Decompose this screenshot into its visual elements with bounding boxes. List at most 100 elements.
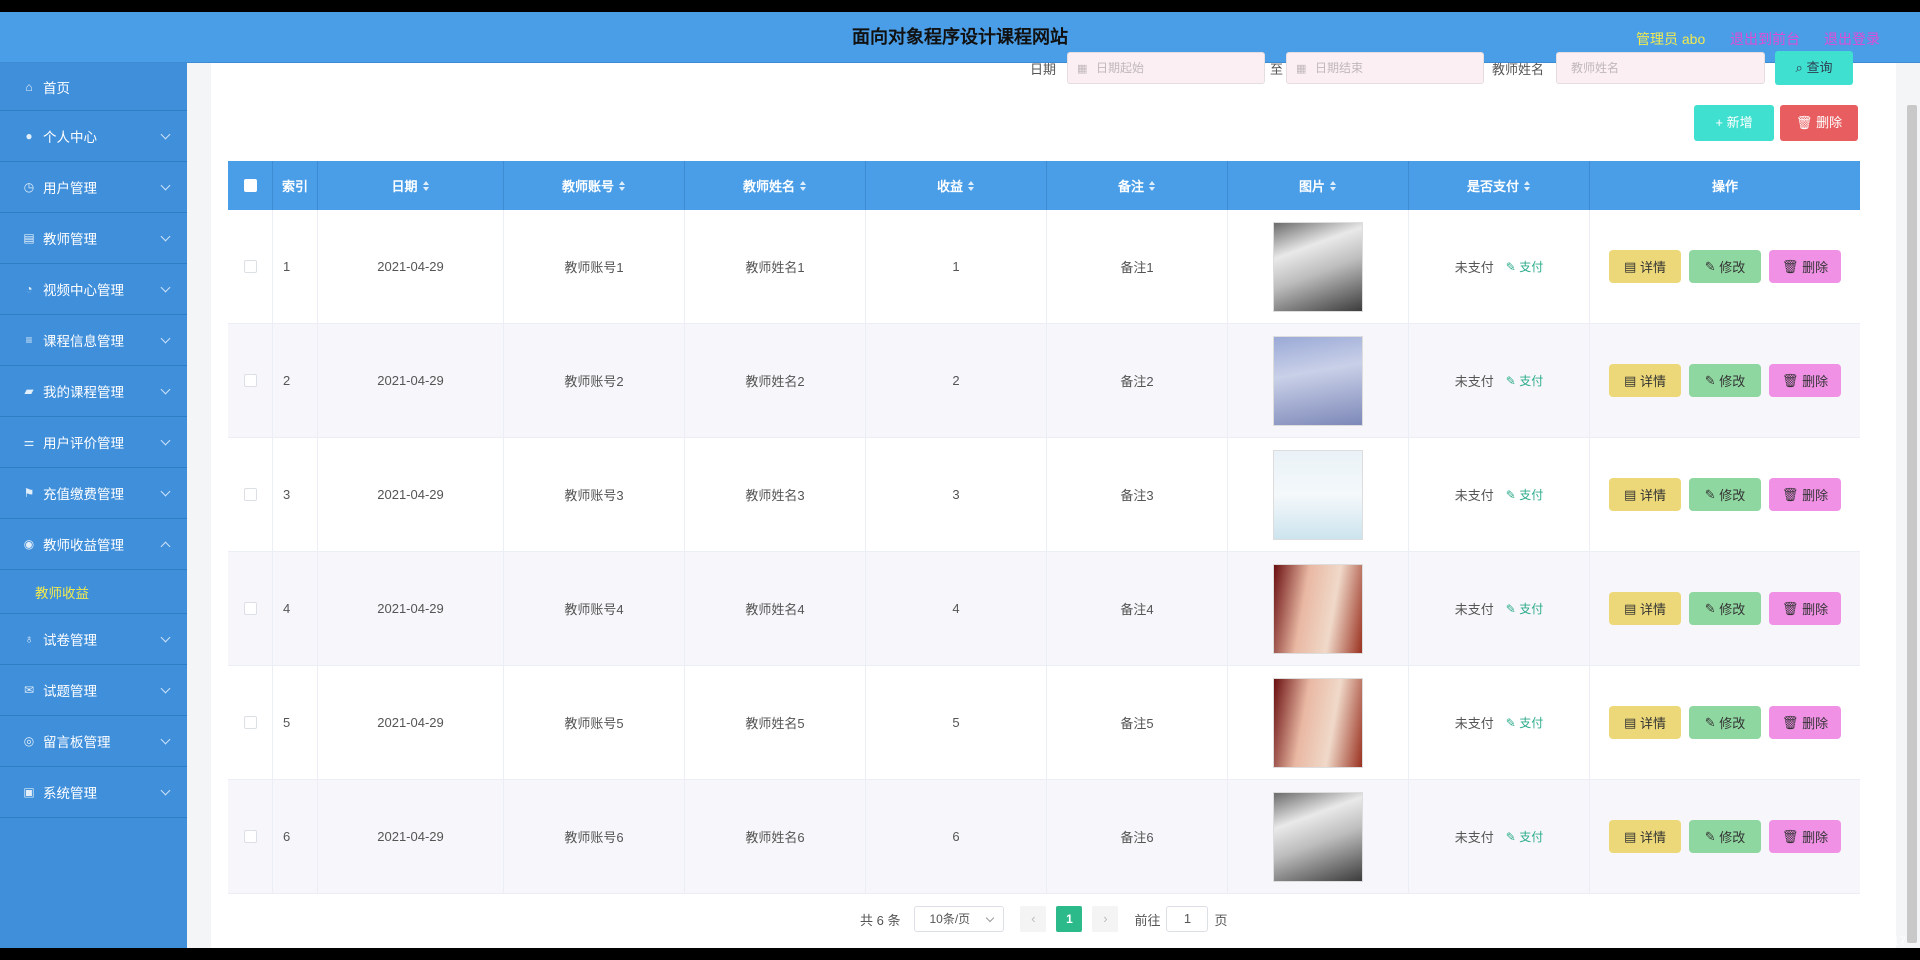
goto-page-input[interactable]: 1 (1166, 906, 1209, 932)
header-account[interactable]: 教师账号 (504, 161, 685, 210)
sidebar-item[interactable]: ✉ 试题管理 (0, 665, 187, 716)
logout-link[interactable]: 退出登录 (1824, 29, 1880, 49)
back-to-front-link[interactable]: 退出到前台 (1730, 29, 1800, 49)
sort-icon[interactable] (1149, 180, 1156, 191)
receipt-thumbnail[interactable] (1273, 791, 1363, 882)
watermark: CSDN @sheji117 (1812, 934, 1906, 948)
chevron-down-icon (160, 632, 171, 643)
date-start-input[interactable]: ▦ 日期起始 (1067, 52, 1265, 84)
pay-button[interactable]: ✎ 支付 (1506, 258, 1543, 275)
detail-button[interactable]: ▤ 详情 (1609, 706, 1681, 739)
row-checkbox[interactable] (243, 716, 257, 729)
cell-index: 5 (273, 666, 318, 779)
edit-button[interactable]: ✎ 修改 (1689, 250, 1761, 283)
header-date[interactable]: 日期 (318, 161, 504, 210)
sidebar-item[interactable]: ⚌ 用户评价管理 (0, 417, 187, 468)
detail-button[interactable]: ▤ 详情 (1609, 820, 1681, 853)
cell-note: 备注4 (1047, 552, 1228, 665)
edit-pen-icon: ✎ (1505, 830, 1516, 844)
cell-image (1228, 210, 1409, 323)
delete-button[interactable]: 🗑 删除 (1769, 706, 1841, 739)
row-checkbox[interactable] (243, 830, 257, 843)
trash-icon: 🗑 (1781, 486, 1799, 502)
delete-button[interactable]: 🗑 删除 (1769, 250, 1841, 283)
sidebar-item[interactable]: ▣ 系统管理 (0, 767, 187, 818)
delete-button[interactable]: 🗑 删除 (1769, 820, 1841, 853)
row-checkbox[interactable] (243, 488, 257, 501)
row-select-cell (228, 780, 273, 893)
sidebar-item[interactable]: ◎ 留言板管理 (0, 716, 187, 767)
row-checkbox[interactable] (243, 602, 257, 615)
receipt-thumbnail[interactable] (1273, 563, 1363, 654)
sidebar: ⌂ 首页 ● 个人中心 ◷ 用户管理 ▤ 教师管理 ◔ 视频中心管理 ≡ 课程信息管理 ▰ 我的课程管理 ⚌… (0, 63, 187, 948)
sidebar-item[interactable]: ◉ 教师收益管理 (0, 519, 187, 570)
flag-icon: ⚑ (23, 486, 35, 500)
pay-button[interactable]: ✎ 支付 (1506, 828, 1543, 845)
sidebar-item[interactable]: ⌂ 首页 (0, 63, 187, 111)
row-checkbox[interactable] (243, 374, 257, 387)
receipt-thumbnail[interactable] (1273, 677, 1363, 768)
header-income[interactable]: 收益 (866, 161, 1047, 210)
receipt-thumbnail[interactable] (1273, 335, 1363, 426)
header-paid[interactable]: 是否支付 (1409, 161, 1590, 210)
edit-button[interactable]: ✎ 修改 (1689, 706, 1761, 739)
cell-paid: 未支付 ✎ 支付 (1409, 666, 1590, 779)
edit-button[interactable]: ✎ 修改 (1689, 478, 1761, 511)
cell-name: 教师姓名1 (685, 210, 866, 323)
pay-button[interactable]: ✎ 支付 (1506, 714, 1543, 731)
header-note[interactable]: 备注 (1047, 161, 1228, 210)
sidebar-item[interactable]: ≡ 课程信息管理 (0, 315, 187, 366)
pay-button[interactable]: ✎ 支付 (1506, 372, 1543, 389)
header-name[interactable]: 教师姓名 (685, 161, 866, 210)
pay-button[interactable]: ✎ 支付 (1506, 600, 1543, 617)
teacher-name-input[interactable]: 教师姓名 (1556, 52, 1765, 84)
search-button[interactable]: ⌕ 查询 (1775, 51, 1853, 85)
next-page-button[interactable]: › (1092, 906, 1119, 932)
sidebar-item[interactable]: ▰ 我的课程管理 (0, 366, 187, 417)
submenu-item-teacher-income[interactable]: 教师收益 (0, 570, 187, 614)
sidebar-item[interactable]: ● 个人中心 (0, 111, 187, 162)
sidebar-item[interactable]: ◔ 视频中心管理 (0, 264, 187, 315)
page-number-current[interactable]: 1 (1056, 906, 1083, 932)
sidebar-item[interactable]: ◷ 用户管理 (0, 162, 187, 213)
edit-button[interactable]: ✎ 修改 (1689, 820, 1761, 853)
select-all-checkbox[interactable] (243, 179, 257, 192)
sort-icon[interactable] (1524, 180, 1531, 191)
detail-button[interactable]: ▤ 详情 (1609, 250, 1681, 283)
sidebar-item[interactable]: ▤ 教师管理 (0, 213, 187, 264)
edit-button[interactable]: ✎ 修改 (1689, 364, 1761, 397)
paid-status: 未支付 (1454, 260, 1494, 275)
to-label: 至 (1270, 62, 1284, 77)
sidebar-item[interactable]: ♁ 试卷管理 (0, 614, 187, 665)
chevron-down-icon (160, 435, 171, 446)
delete-button[interactable]: 🗑 删除 (1769, 592, 1841, 625)
edit-button[interactable]: ✎ 修改 (1689, 592, 1761, 625)
sidebar-item[interactable]: ⚑ 充值缴费管理 (0, 468, 187, 519)
prev-page-button[interactable]: ‹ (1020, 906, 1047, 932)
page-size-select[interactable]: 10条/页 (914, 906, 1005, 932)
sort-icon[interactable] (619, 180, 626, 191)
cell-index: 1 (273, 210, 318, 323)
batch-delete-button[interactable]: 🗑 删除 (1780, 105, 1858, 141)
date-end-input[interactable]: ▦ 日期结束 (1286, 52, 1484, 84)
delete-button[interactable]: 🗑 删除 (1769, 478, 1841, 511)
pay-button[interactable]: ✎ 支付 (1506, 486, 1543, 503)
add-button[interactable]: + 新增 (1694, 105, 1774, 141)
header-index: 索引 (273, 161, 318, 210)
vertical-scrollbar[interactable] (1907, 105, 1917, 943)
header-image[interactable]: 图片 (1228, 161, 1409, 210)
row-checkbox[interactable] (243, 260, 257, 273)
sort-icon[interactable] (422, 180, 430, 191)
row-select-cell (228, 666, 273, 779)
detail-button[interactable]: ▤ 详情 (1609, 592, 1681, 625)
paid-status: 未支付 (1454, 716, 1494, 731)
sort-icon[interactable] (1330, 180, 1337, 191)
delete-button[interactable]: 🗑 删除 (1769, 364, 1841, 397)
receipt-thumbnail[interactable] (1273, 449, 1363, 540)
edit-pen-icon: ✎ (1704, 600, 1716, 616)
sort-icon[interactable] (968, 180, 975, 191)
receipt-thumbnail[interactable] (1273, 221, 1363, 312)
detail-button[interactable]: ▤ 详情 (1609, 364, 1681, 397)
sort-icon[interactable] (800, 180, 807, 191)
detail-button[interactable]: ▤ 详情 (1609, 478, 1681, 511)
